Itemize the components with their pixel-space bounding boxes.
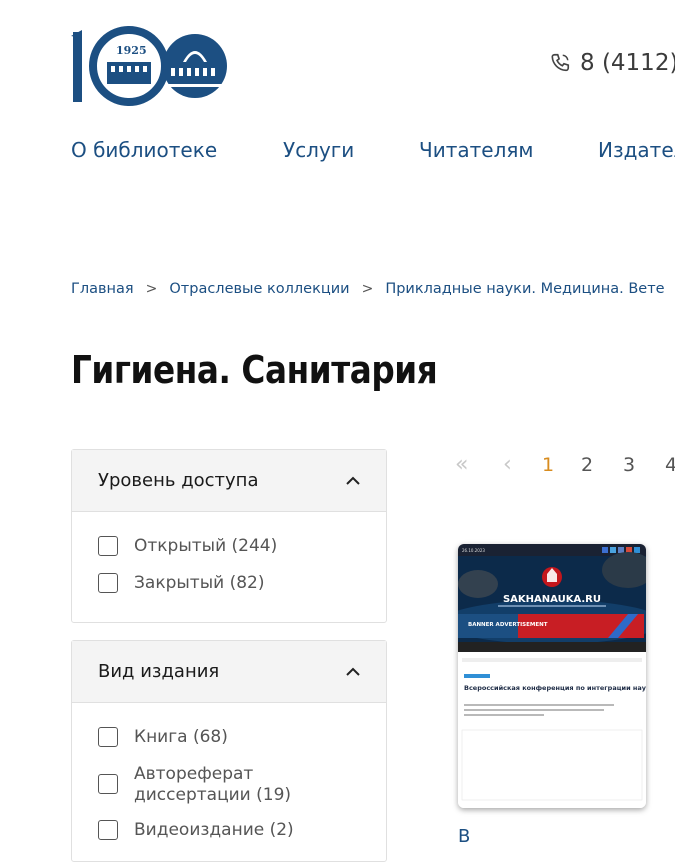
filter-option-label: Открытый (244) bbox=[134, 536, 278, 556]
breadcrumb-home[interactable]: Главная bbox=[71, 281, 134, 297]
checkbox[interactable] bbox=[98, 727, 118, 747]
logo-year: 1925 bbox=[114, 44, 149, 57]
filter-option-book[interactable]: Книга (68) bbox=[98, 727, 304, 748]
checkbox[interactable] bbox=[98, 536, 118, 556]
result-card-thumbnail[interactable]: 26.10.2023 SAKHANAUKA.RU BANNER ADVERTIS… bbox=[458, 544, 646, 808]
chevron-up-icon[interactable] bbox=[346, 667, 360, 676]
breadcrumb-applied-sciences[interactable]: Прикладные науки. Медицина. Вете bbox=[385, 281, 664, 297]
filter-title: Уровень доступа bbox=[98, 470, 259, 491]
thumb-site: SAKHANAUKA.RU bbox=[503, 594, 601, 605]
checkbox[interactable] bbox=[98, 774, 118, 794]
pagination-page-2[interactable]: 2 bbox=[581, 454, 593, 476]
thumb-banner: BANNER ADVERTISEMENT bbox=[468, 622, 548, 628]
pagination-first[interactable]: « bbox=[455, 452, 468, 477]
chevron-right-icon: > bbox=[361, 281, 374, 297]
filter-access-level: Уровень доступа Открытый (244) Закрытый … bbox=[71, 449, 387, 623]
website-screenshot-thumbnail: 26.10.2023 SAKHANAUKA.RU BANNER ADVERTIS… bbox=[458, 544, 646, 808]
svg-text:Всероссийская конференция по и: Всероссийская конференция по интеграции … bbox=[464, 684, 646, 692]
pagination-page-1[interactable]: 1 bbox=[542, 454, 554, 476]
filter-edition-type: Вид издания Книга (68) Автореферат диссе… bbox=[71, 640, 387, 862]
filter-title: Вид издания bbox=[98, 661, 220, 682]
result-card-title[interactable]: В bbox=[458, 826, 470, 847]
filter-option-dissertation[interactable]: Автореферат диссертации (19) bbox=[98, 764, 304, 806]
nav-about[interactable]: О библиотеке bbox=[71, 138, 217, 162]
checkbox[interactable] bbox=[98, 573, 118, 593]
header-phone[interactable]: 8 (4112) 4 bbox=[549, 50, 675, 76]
phone-number: 8 (4112) 4 bbox=[580, 50, 675, 76]
filter-option-label: Автореферат диссертации (19) bbox=[134, 764, 292, 805]
pagination-page-3[interactable]: 3 bbox=[623, 454, 635, 476]
thumb-headline: Всероссийская конференция по интеграции … bbox=[464, 684, 646, 692]
filter-option-closed[interactable]: Закрытый (82) bbox=[98, 573, 304, 594]
filter-edition-type-header[interactable]: Вид издания bbox=[72, 641, 386, 703]
chevron-right-icon: > bbox=[145, 281, 158, 297]
filter-option-open[interactable]: Открытый (244) bbox=[98, 536, 304, 557]
pagination-prev[interactable]: ‹ bbox=[503, 452, 512, 477]
filter-access-level-header[interactable]: Уровень доступа bbox=[72, 450, 386, 512]
nav-readers[interactable]: Читателям bbox=[419, 138, 533, 162]
phone-icon bbox=[551, 53, 570, 72]
library-100-logo[interactable]: 1925 bbox=[71, 22, 231, 106]
pagination-page-4[interactable]: 4 bbox=[665, 454, 675, 476]
filter-option-label: Книга (68) bbox=[134, 727, 228, 747]
breadcrumb: Главная > Отраслевые коллекции > Приклад… bbox=[71, 281, 665, 297]
centenary-logo-icon bbox=[71, 26, 227, 106]
nav-publishing[interactable]: Издател bbox=[598, 138, 675, 162]
page-title: Гигиена. Санитария bbox=[71, 348, 438, 392]
thumb-date: 26.10.2023 bbox=[462, 548, 485, 553]
breadcrumb-collections[interactable]: Отраслевые коллекции bbox=[169, 281, 349, 297]
filter-option-label: Видеоиздание (2) bbox=[134, 820, 294, 840]
checkbox[interactable] bbox=[98, 820, 118, 840]
nav-services[interactable]: Услуги bbox=[283, 138, 354, 162]
filter-option-label: Закрытый (82) bbox=[134, 573, 265, 593]
filter-option-video[interactable]: Видеоиздание (2) bbox=[98, 820, 304, 841]
chevron-up-icon[interactable] bbox=[346, 476, 360, 485]
